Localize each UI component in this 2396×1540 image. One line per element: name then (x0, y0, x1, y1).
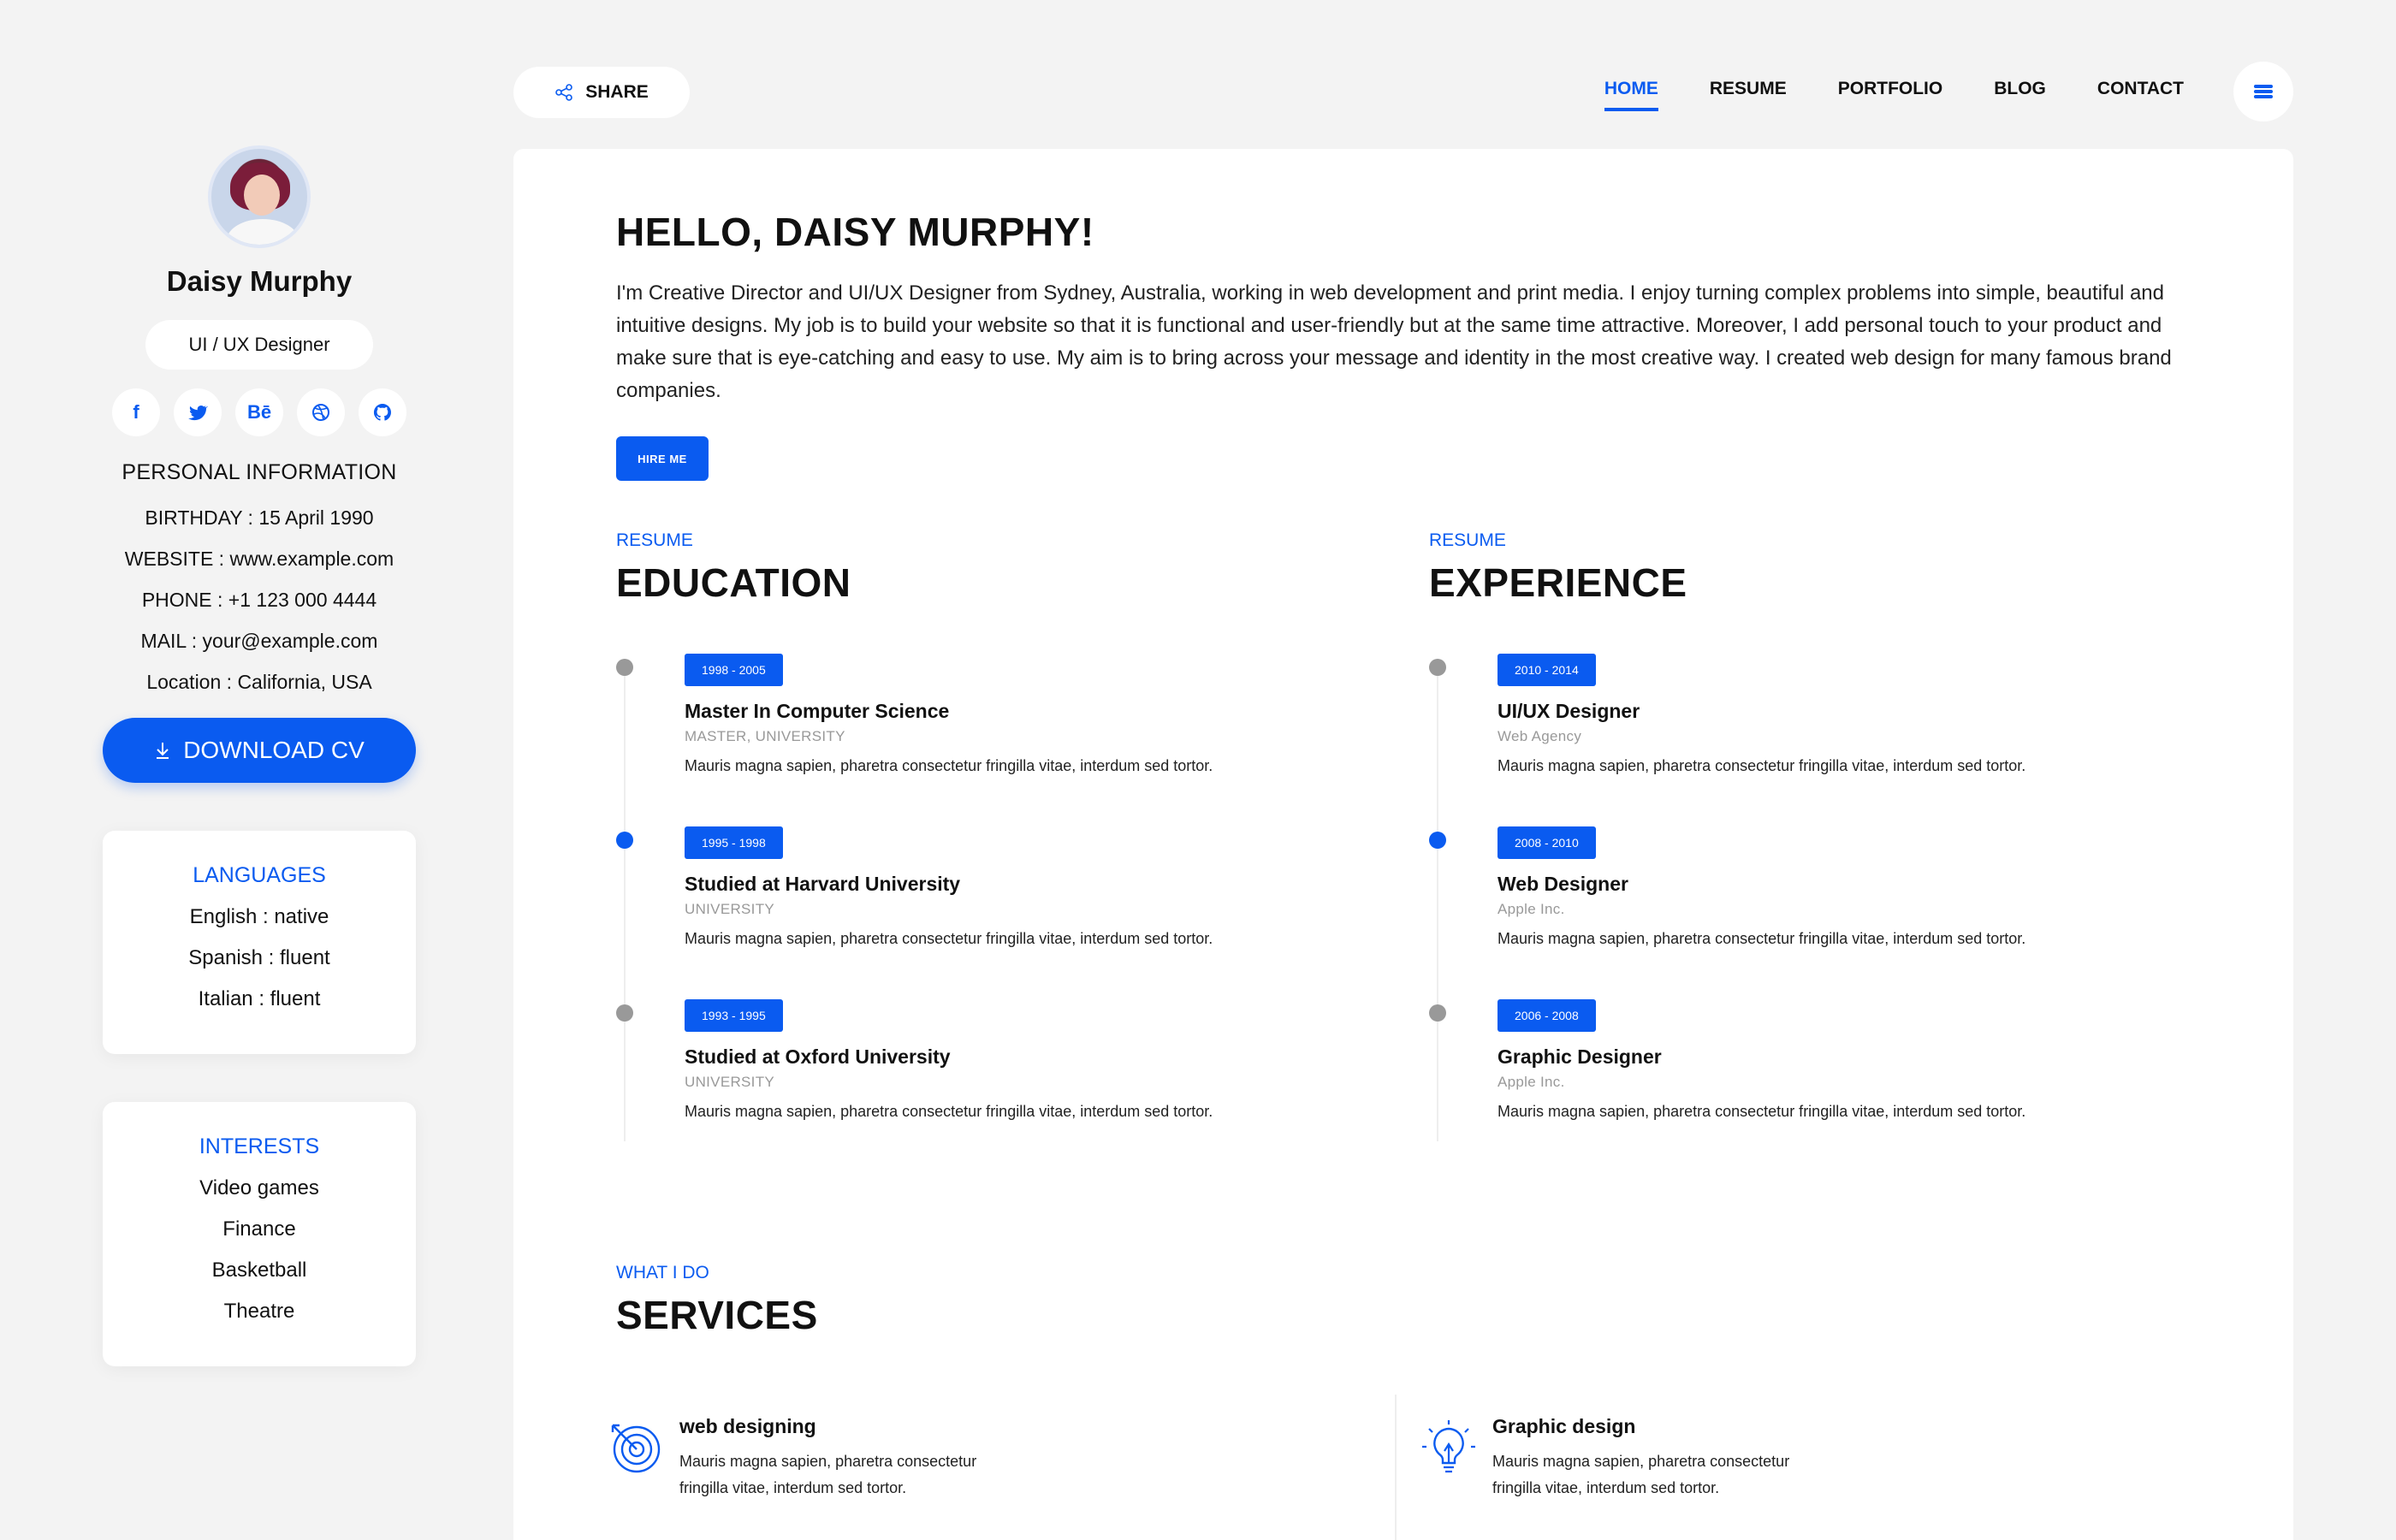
location-info: Location : California, USA (146, 671, 372, 693)
timeline-subtitle: Web Agency (1498, 728, 1582, 744)
timeline-title: Web Designer (1498, 873, 1628, 895)
share-icon (555, 84, 573, 101)
social-links: f Bē (112, 388, 406, 436)
timeline-description: Mauris magna sapien, pharetra consectetu… (1498, 930, 2026, 947)
timeline-subtitle: UNIVERSITY (685, 901, 775, 917)
languages-title: LANGUAGES (193, 863, 326, 887)
personal-info-title: PERSONAL INFORMATION (122, 460, 397, 484)
timeline-dot (1429, 659, 1446, 676)
nav-home[interactable]: HOME (1604, 79, 1658, 111)
timeline-item: 1998 - 2005 Master In Computer Science M… (616, 654, 1386, 826)
share-button[interactable]: SHARE (513, 67, 690, 118)
service-description: Mauris magna sapien, pharetra consectetu… (679, 1453, 977, 1496)
timeline-description: Mauris magna sapien, pharetra consectetu… (1498, 757, 2026, 774)
timeline-description: Mauris magna sapien, pharetra consectetu… (1498, 1103, 2026, 1120)
services-header: WHAT I DO SERVICES (616, 1263, 818, 1338)
role-badge: UI / UX Designer (145, 320, 373, 370)
language-item: English : native (189, 905, 329, 928)
timeline-dot (616, 1004, 633, 1022)
experience-title: EXPERIENCE (1429, 560, 1687, 605)
timeline-item: 1995 - 1998 Studied at Harvard Universit… (616, 826, 1386, 999)
interest-item: Theatre (223, 1300, 295, 1323)
timeline-dot (616, 659, 633, 676)
hamburger-menu-icon[interactable] (2233, 62, 2293, 121)
service-description: Mauris magna sapien, pharetra consectetu… (1492, 1453, 1790, 1496)
timeline-item: 2010 - 2014 UI/UX Designer Web Agency Ma… (1429, 654, 2199, 826)
services-kicker: WHAT I DO (616, 1263, 709, 1282)
nav-blog[interactable]: BLOG (1994, 79, 2046, 111)
service-title: Graphic design (1492, 1415, 1636, 1437)
website-info: WEBSITE : www.example.com (124, 548, 394, 570)
education-timeline: 1998 - 2005 Master In Computer Science M… (616, 654, 1386, 1172)
behance-icon[interactable]: Bē (235, 388, 283, 436)
timeline-dot (1429, 832, 1446, 849)
timeline-title: Graphic Designer (1498, 1045, 1662, 1068)
download-icon (157, 743, 169, 759)
target-icon (611, 1424, 661, 1473)
languages-card: LANGUAGES English : native Spanish : flu… (103, 831, 416, 1054)
timeline-subtitle: Apple Inc. (1498, 1074, 1565, 1090)
language-item: Spanish : fluent (188, 946, 330, 969)
profile-name: Daisy Murphy (166, 265, 353, 297)
experience-timeline: 2010 - 2014 UI/UX Designer Web Agency Ma… (1429, 654, 2199, 1172)
timeline-subtitle: Apple Inc. (1498, 901, 1565, 917)
intro-paragraph: I'm Creative Director and UI/UX Designer… (616, 281, 2172, 402)
service-title: web designing (679, 1415, 816, 1437)
services-title: SERVICES (616, 1293, 818, 1337)
timeline-item: 2008 - 2010 Web Designer Apple Inc. Maur… (1429, 826, 2199, 999)
birthday-info: BIRTHDAY : 15 April 1990 (145, 506, 374, 529)
timeline-dot (1429, 1004, 1446, 1022)
date-badge: 2006 - 2008 (1498, 999, 1596, 1032)
timeline-description: Mauris magna sapien, pharetra consectetu… (685, 757, 1213, 774)
main-panel: HELLO, DAISY MURPHY! I'm Creative Direct… (513, 149, 2293, 1540)
timeline-subtitle: UNIVERSITY (685, 1074, 775, 1090)
profile-sidebar: Daisy Murphy UI / UX Designer f Bē PERSO… (103, 145, 416, 1366)
language-item: Italian : fluent (198, 987, 321, 1010)
download-cv-button[interactable]: DOWNLOAD CV (103, 718, 416, 783)
interest-item: Video games (199, 1176, 319, 1199)
timeline-description: Mauris magna sapien, pharetra consectetu… (685, 930, 1213, 947)
nav-resume[interactable]: RESUME (1710, 79, 1787, 111)
greeting-heading: HELLO, DAISY MURPHY! (616, 210, 1094, 254)
download-cv-label: DOWNLOAD CV (183, 737, 365, 763)
experience-kicker: RESUME (1429, 530, 1506, 550)
phone-info: PHONE : +1 123 000 4444 (141, 589, 377, 611)
interest-item: Finance (222, 1217, 296, 1241)
dribbble-icon[interactable] (297, 388, 345, 436)
nav-contact[interactable]: CONTACT (2097, 79, 2184, 111)
timeline-title: Master In Computer Science (685, 700, 950, 722)
timeline-item: 2006 - 2008 Graphic Designer Apple Inc. … (1429, 999, 2199, 1172)
education-section: RESUME EDUCATION 1998 - 2005 Master In C… (616, 530, 1386, 1172)
twitter-icon[interactable] (174, 388, 222, 436)
timeline-title: Studied at Harvard University (685, 873, 961, 895)
date-badge: 1998 - 2005 (685, 654, 783, 686)
lightbulb-icon (1422, 1420, 1475, 1473)
services-list: web designing Mauris magna sapien, phare… (608, 1415, 2199, 1540)
date-badge: 1993 - 1995 (685, 999, 783, 1032)
hire-me-button[interactable]: HIRE ME (616, 436, 709, 481)
interest-item: Basketball (211, 1259, 307, 1282)
date-badge: 2010 - 2014 (1498, 654, 1596, 686)
timeline-title: Studied at Oxford University (685, 1045, 951, 1068)
facebook-icon[interactable]: f (112, 388, 160, 436)
experience-section: RESUME EXPERIENCE 2010 - 2014 UI/UX Desi… (1429, 530, 2199, 1172)
education-title: EDUCATION (616, 560, 851, 605)
timeline-item: 1993 - 1995 Studied at Oxford University… (616, 999, 1386, 1172)
timeline-description: Mauris magna sapien, pharetra consectetu… (685, 1103, 1213, 1120)
education-kicker: RESUME (616, 530, 693, 550)
nav-portfolio[interactable]: PORTFOLIO (1838, 79, 1943, 111)
timeline-dot (616, 832, 633, 849)
interests-card: INTERESTS Video games Finance Basketball… (103, 1102, 416, 1366)
personal-info-list: BIRTHDAY : 15 April 1990 WEBSITE : www.e… (125, 497, 394, 702)
date-badge: 1995 - 1998 (685, 826, 783, 859)
date-badge: 2008 - 2010 (1498, 826, 1596, 859)
timeline-subtitle: MASTER, UNIVERSITY (685, 728, 845, 744)
share-label: SHARE (585, 82, 649, 102)
avatar (208, 145, 311, 248)
main-nav: HOME RESUME PORTFOLIO BLOG CONTACT (1604, 79, 2184, 111)
timeline-title: UI/UX Designer (1498, 700, 1640, 722)
interests-title: INTERESTS (199, 1134, 320, 1158)
github-icon[interactable] (359, 388, 406, 436)
mail-info: MAIL : your@example.com (140, 630, 378, 652)
